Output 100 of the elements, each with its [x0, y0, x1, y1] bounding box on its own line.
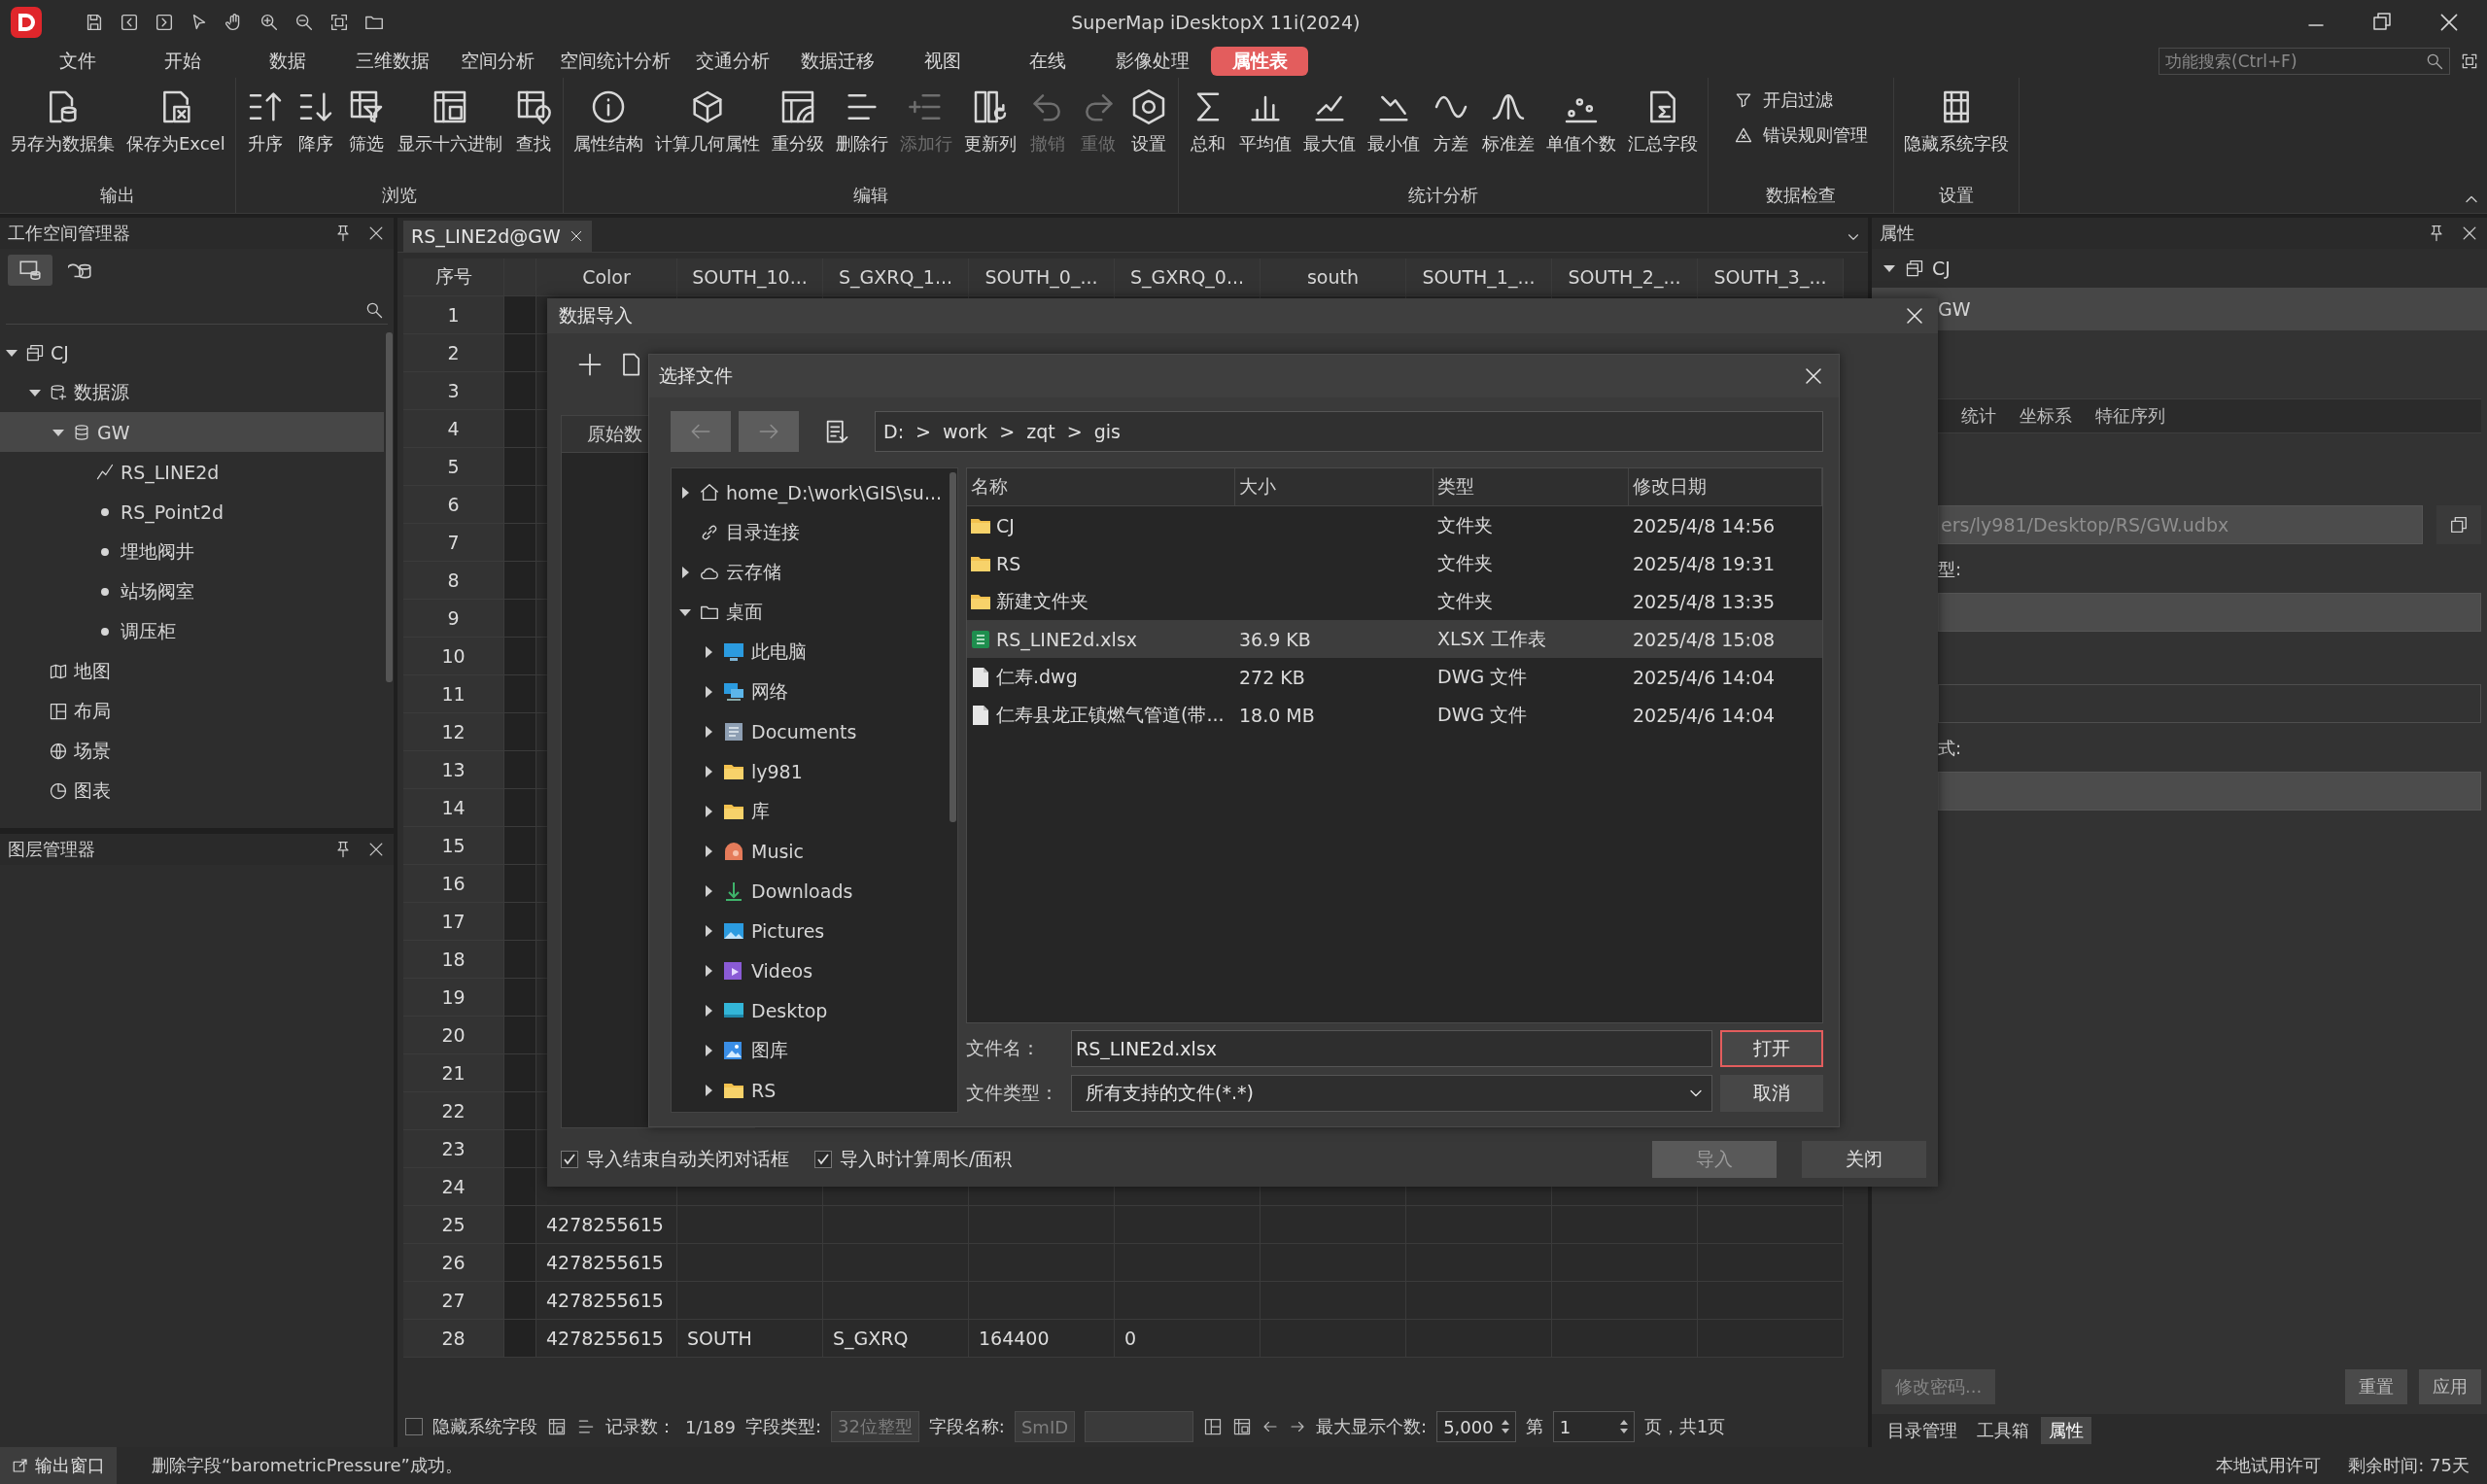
- tree-item[interactable]: 图表: [0, 771, 384, 811]
- menu-tab[interactable]: 三维数据: [340, 47, 445, 76]
- tree-item[interactable]: CJ: [1872, 249, 2487, 288]
- menu-tab[interactable]: 视图: [890, 47, 995, 76]
- restore-icon[interactable]: [2370, 10, 2394, 33]
- tree-item[interactable]: 此电脑: [672, 632, 948, 672]
- panel-button[interactable]: 应用: [2419, 1369, 2481, 1404]
- tree-item[interactable]: RS_LINE2d: [0, 452, 384, 492]
- tree-item[interactable]: 目录连接: [672, 512, 948, 552]
- file-row[interactable]: CJ 文件夹 2025/4/8 14:56: [967, 506, 1822, 544]
- panel-tab[interactable]: 工具箱: [1969, 1417, 2037, 1444]
- property-tab[interactable]: 坐标系: [2020, 404, 2072, 428]
- column-header[interactable]: 名称: [967, 468, 1235, 505]
- column-header[interactable]: south: [1261, 259, 1406, 296]
- tree-item[interactable]: Videos: [672, 950, 948, 990]
- input-field[interactable]: [1938, 772, 2481, 811]
- menu-tab[interactable]: 开始: [130, 47, 235, 76]
- tree-item[interactable]: Downloads: [672, 871, 948, 911]
- ribbon-button[interactable]: 另存为数据集: [4, 84, 121, 159]
- tree-item[interactable]: Music: [672, 831, 948, 871]
- copy-button[interactable]: [2436, 505, 2481, 544]
- tree-item[interactable]: 云存储: [672, 552, 948, 592]
- open-button[interactable]: 打开: [1720, 1030, 1823, 1068]
- tree-item[interactable]: 桌面: [672, 592, 948, 632]
- ribbon-button[interactable]: 显示十六进制: [391, 84, 508, 159]
- ribbon-button[interactable]: 错误规则管理: [1727, 122, 1874, 148]
- tree-item[interactable]: ly981: [672, 751, 948, 791]
- tree-item[interactable]: 库: [672, 791, 948, 831]
- menu-tab[interactable]: 数据迁移: [785, 47, 890, 76]
- column-header[interactable]: SOUTH_2_...: [1552, 259, 1698, 296]
- scrollbar-thumb[interactable]: [385, 332, 393, 682]
- path-breadcrumb[interactable]: D: > work > zqt > gis: [875, 411, 1823, 452]
- forward-box-icon[interactable]: [154, 12, 175, 33]
- ribbon-button[interactable]: 最小值: [1361, 84, 1426, 159]
- ribbon-button[interactable]: 总和: [1182, 84, 1233, 159]
- ribbon-button[interactable]: 查找: [507, 84, 559, 159]
- tree-item[interactable]: 站场阀室: [0, 571, 384, 611]
- plus-icon[interactable]: [576, 351, 604, 378]
- file-type-dropdown[interactable]: 所有支持的文件(*.*): [1071, 1075, 1712, 1113]
- tree-item[interactable]: GW: [0, 412, 384, 452]
- full-extent-icon[interactable]: [2460, 52, 2479, 71]
- ribbon-button[interactable]: 隐藏系统字段: [1897, 84, 2015, 159]
- menu-tab[interactable]: 交通分析: [680, 47, 785, 76]
- page-spinner[interactable]: 1: [1552, 1411, 1635, 1442]
- column-header[interactable]: 修改日期: [1629, 468, 1822, 505]
- column-header[interactable]: 类型: [1433, 468, 1629, 505]
- column-header[interactable]: S_GXRQ_1...: [823, 259, 969, 296]
- tree-item[interactable]: CJ: [0, 332, 384, 372]
- ribbon-button[interactable]: 方差: [1425, 84, 1476, 159]
- column-header[interactable]: SOUTH_0_...: [969, 259, 1115, 296]
- file-row[interactable]: RS 文件夹 2025/4/8 19:31: [967, 544, 1822, 582]
- tree-item[interactable]: 调压柜: [0, 611, 384, 651]
- file-row[interactable]: 仁寿县龙正镇燃气管道(带... 18.0 MB DWG 文件 2025/4/6 14:04: [967, 696, 1822, 734]
- menu-tab[interactable]: 空间统计分析: [550, 47, 680, 76]
- value-field[interactable]: [1085, 1411, 1194, 1442]
- cancel-button[interactable]: 取消: [1720, 1075, 1823, 1113]
- property-tab[interactable]: 统计: [1961, 404, 1996, 428]
- output-window-button[interactable]: 输出窗口: [0, 1447, 117, 1484]
- ribbon-button[interactable]: 设置: [1123, 84, 1174, 159]
- ribbon-button[interactable]: 升序: [239, 84, 291, 159]
- tree-item[interactable]: 布局: [0, 691, 384, 731]
- file-name-field[interactable]: RS_LINE2d.xlsx: [1071, 1030, 1712, 1068]
- full-extent-icon[interactable]: [328, 12, 350, 33]
- ribbon-button[interactable]: 平均值: [1232, 84, 1297, 159]
- ribbon-button[interactable]: 汇总字段: [1621, 84, 1704, 159]
- document-tab[interactable]: RS_LINE2d@GW: [403, 221, 592, 252]
- search-field[interactable]: 功能搜索(Ctrl+F): [2159, 48, 2450, 75]
- ribbon-button[interactable]: 删除行: [829, 84, 894, 159]
- scrollbar-thumb[interactable]: [949, 472, 956, 822]
- ribbon-button[interactable]: 标准差: [1475, 84, 1540, 159]
- tree-item[interactable]: 网络: [672, 672, 948, 711]
- ribbon-button[interactable]: 单值个数: [1539, 84, 1622, 159]
- column-header[interactable]: 序号: [403, 259, 504, 296]
- ribbon-button[interactable]: 降序: [290, 84, 341, 159]
- menu-tab[interactable]: 属性表: [1211, 47, 1308, 76]
- file-row[interactable]: 仁寿.dwg 272 KB DWG 文件 2025/4/6 14:04: [967, 658, 1822, 696]
- tree-item[interactable]: 埋地阀井: [0, 532, 384, 571]
- dialog-button[interactable]: 关闭: [1802, 1141, 1926, 1178]
- column-header[interactable]: S_GXRQ_0...: [1115, 259, 1261, 296]
- tree-item[interactable]: Desktop: [672, 990, 948, 1030]
- column-header[interactable]: SOUTH_1_...: [1406, 259, 1552, 296]
- checkbox[interactable]: [561, 1151, 578, 1168]
- tree-item[interactable]: RS_Point2d: [0, 492, 384, 532]
- tree-item[interactable]: 场景: [0, 731, 384, 771]
- ribbon-button[interactable]: 计算几何属性: [648, 84, 766, 159]
- panel-button[interactable]: 重置: [2345, 1369, 2407, 1404]
- file-row[interactable]: RS_LINE2d.xlsx 36.9 KB XLSX 工作表 2025/4/8 15:08: [967, 620, 1822, 658]
- checkbox[interactable]: [405, 1418, 423, 1435]
- ribbon-button[interactable]: 重分级: [765, 84, 830, 159]
- checkbox[interactable]: [814, 1151, 832, 1168]
- tree-item[interactable]: Pictures: [672, 911, 948, 950]
- tree-item[interactable]: 数据源: [0, 372, 384, 412]
- panel-tab[interactable]: 目录管理: [1880, 1417, 1965, 1444]
- tree-item[interactable]: 地图: [0, 651, 384, 691]
- back-box-icon[interactable]: [119, 12, 140, 33]
- column-header[interactable]: Color: [536, 259, 677, 296]
- tree-item[interactable]: Documents: [672, 711, 948, 751]
- tree-item[interactable]: 图库: [672, 1030, 948, 1070]
- menu-tab[interactable]: 在线: [995, 47, 1100, 76]
- ribbon-button[interactable]: 属性结构: [567, 84, 649, 159]
